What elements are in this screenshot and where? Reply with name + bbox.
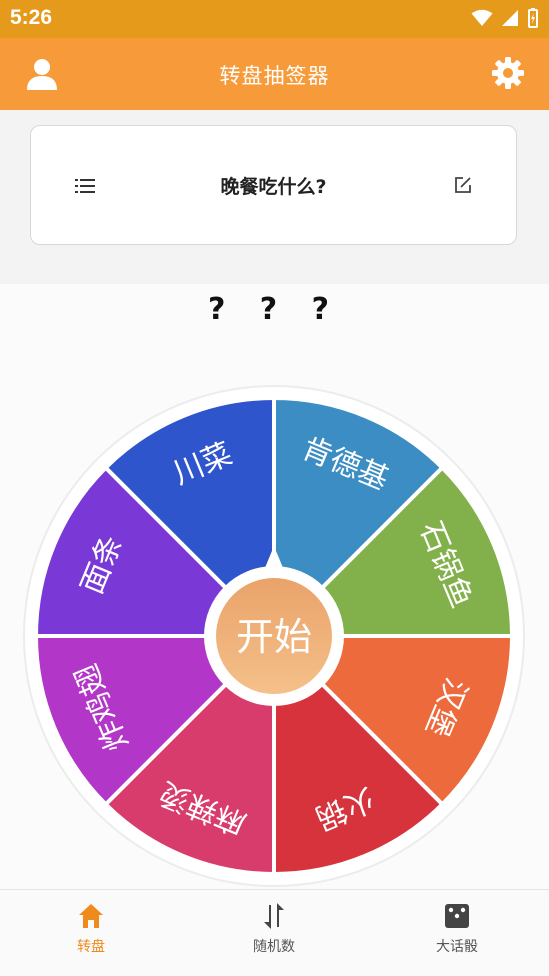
question-title: 晚餐吃什么? — [220, 176, 327, 198]
app-bar: 转盘抽签器 — [0, 38, 549, 110]
tab-dice-label: 大话骰 — [436, 939, 478, 955]
wifi-icon — [471, 9, 493, 26]
tab-wheel-label: 转盘 — [77, 939, 105, 955]
bottom-tab-bar: 转盘 随机数 大话骰 — [0, 889, 549, 976]
start-button-label: 开始 — [236, 615, 312, 659]
tab-random-number[interactable]: 随机数 — [214, 902, 334, 956]
signal-icon — [502, 10, 518, 26]
status-icons — [471, 8, 539, 28]
page-title: 转盘抽签器 — [219, 64, 330, 88]
question-card[interactable]: 晚餐吃什么? — [30, 125, 517, 245]
wheel-area: ? ? ? 肯德基 石锅鱼 汉堡 火锅 麻辣烫 炸鸡翅 面条 川菜 开始 — [0, 284, 549, 890]
tab-wheel[interactable]: 转盘 — [31, 902, 151, 956]
tab-dice[interactable]: 大话骰 — [397, 902, 517, 956]
shuffle-icon — [264, 903, 284, 929]
battery-icon — [528, 8, 538, 28]
tab-random-number-label: 随机数 — [253, 939, 295, 955]
status-bar: 5:26 — [0, 0, 549, 38]
question-panel: 晚餐吃什么? — [0, 110, 549, 284]
dice-icon — [445, 904, 469, 928]
status-time: 5:26 — [10, 6, 53, 29]
home-icon — [79, 904, 103, 928]
spin-wheel[interactable]: 肯德基石锅鱼汉堡火锅麻辣烫炸鸡翅面条川菜 开始 — [0, 284, 549, 890]
gear-icon[interactable] — [491, 56, 525, 90]
edit-icon[interactable] — [454, 176, 472, 194]
